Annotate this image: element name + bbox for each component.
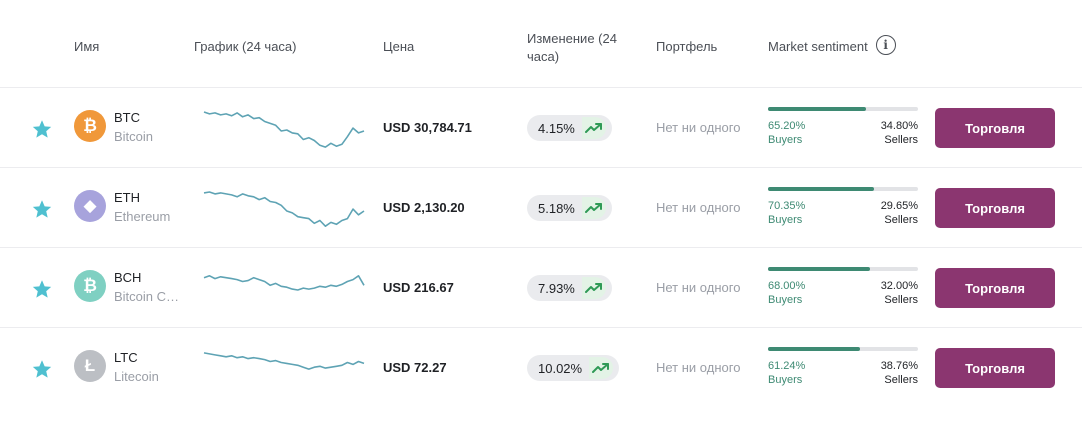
- trend-up-icon: [581, 277, 606, 299]
- portfolio-value: Нет ни одного: [656, 280, 741, 295]
- column-header-name[interactable]: Имя: [74, 38, 99, 56]
- favorite-star-icon[interactable]: [31, 118, 53, 140]
- sentiment-bar-fill: [768, 187, 874, 191]
- info-icon[interactable]: i: [875, 35, 896, 55]
- buyers-label: Buyers: [768, 374, 803, 386]
- trend-up-icon: [589, 357, 614, 379]
- sentiment-label: Market sentiment: [768, 39, 868, 54]
- asset-name: Ethereum: [114, 209, 171, 224]
- sparkline-series: [203, 274, 365, 291]
- trade-button[interactable]: Торговля: [935, 108, 1055, 148]
- change-value: 4.15%: [538, 120, 575, 136]
- sentiment-bar-fill: [768, 267, 870, 271]
- coin-icon: ₿: [74, 270, 106, 302]
- sellers-label: Sellers: [884, 134, 918, 146]
- asset-price: USD 30,784.71: [383, 120, 472, 135]
- buyers-percent: 68.00%: [768, 280, 806, 292]
- asset-price: USD 2,130.20: [383, 200, 465, 215]
- asset-name: Litecoin: [114, 369, 159, 384]
- trade-button[interactable]: Торговля: [935, 268, 1055, 308]
- portfolio-value: Нет ни одного: [656, 200, 741, 215]
- trend-up-icon: [581, 197, 606, 219]
- sparkline-series: [203, 191, 365, 228]
- sellers-label: Sellers: [884, 214, 918, 226]
- sentiment-bar: [768, 107, 918, 111]
- favorite-star-icon[interactable]: [31, 198, 53, 220]
- buyers-label: Buyers: [768, 214, 803, 226]
- column-header-chart: График (24 часа): [194, 39, 297, 54]
- asset-name: Bitcoin C…: [114, 289, 180, 304]
- buyers-label: Buyers: [768, 134, 803, 146]
- buyers-percent: 61.24%: [768, 360, 806, 372]
- trade-button[interactable]: Торговля: [935, 188, 1055, 228]
- sparkline-chart: [203, 274, 365, 291]
- favorite-star-icon[interactable]: [31, 278, 53, 300]
- sparkline-chart: [203, 111, 365, 148]
- change-value: 5.18%: [538, 200, 575, 216]
- coin-glyph: Ł: [84, 356, 96, 375]
- asset-symbol: LTC: [114, 350, 138, 365]
- coin-glyph: ₿: [83, 116, 97, 135]
- table-row: ₿ BTC Bitcoin USD 30,784.71 4.15% Нет ни…: [0, 88, 1082, 168]
- sellers-label: Sellers: [884, 294, 918, 306]
- buyers-percent: 65.20%: [768, 120, 806, 132]
- table-row: ◆ ETH Ethereum USD 2,130.20 5.18% Нет ни…: [0, 168, 1082, 248]
- sparkline-series: [203, 111, 365, 148]
- sentiment-bar-fill: [768, 347, 860, 351]
- change-value: 10.02%: [538, 360, 583, 376]
- sellers-percent: 34.80%: [880, 120, 918, 132]
- column-header-sentiment: Market sentiment i: [768, 35, 896, 56]
- asset-symbol: ETH: [114, 190, 140, 205]
- portfolio-value: Нет ни одного: [656, 360, 741, 375]
- coin-icon: ◆: [74, 190, 106, 222]
- asset-symbol: BCH: [114, 270, 142, 285]
- buyers-label: Buyers: [768, 294, 803, 306]
- buyers-percent: 70.35%: [768, 200, 806, 212]
- sellers-percent: 29.65%: [880, 200, 918, 212]
- sparkline-chart: [203, 352, 365, 370]
- sentiment-bar: [768, 347, 918, 351]
- sentiment-bar: [768, 187, 918, 191]
- change-badge: 7.93%: [527, 275, 612, 301]
- asset-name: Bitcoin: [114, 129, 154, 144]
- change-badge: 10.02%: [527, 355, 620, 381]
- column-header-portfolio[interactable]: Портфель: [656, 38, 717, 56]
- change-badge: 5.18%: [527, 195, 612, 221]
- column-header-change[interactable]: Изменение (24 часа): [527, 30, 637, 66]
- asset-price: USD 216.67: [383, 280, 454, 295]
- coin-icon: ₿: [74, 110, 106, 142]
- change-value: 7.93%: [538, 280, 575, 296]
- sentiment-bar: [768, 267, 918, 271]
- trend-up-icon: [581, 117, 606, 139]
- sellers-percent: 38.76%: [880, 360, 918, 372]
- coin-glyph: ◆: [83, 196, 97, 215]
- table-row: ₿ BCH Bitcoin C… USD 216.67 7.93% Нет ни…: [0, 248, 1082, 328]
- sentiment-bar-fill: [768, 107, 866, 111]
- change-badge: 4.15%: [527, 115, 612, 141]
- sellers-label: Sellers: [884, 374, 918, 386]
- sparkline-series: [203, 352, 365, 370]
- table-row: Ł LTC Litecoin USD 72.27 10.02% Нет ни о…: [0, 328, 1082, 408]
- portfolio-value: Нет ни одного: [656, 120, 741, 135]
- asset-price: USD 72.27: [383, 360, 447, 375]
- coin-icon: Ł: [74, 350, 106, 382]
- sparkline-chart: [203, 191, 365, 228]
- column-header-price[interactable]: Цена: [383, 38, 414, 56]
- table-header: Имя График (24 часа) Цена Изменение (24 …: [0, 0, 1082, 88]
- trade-button[interactable]: Торговля: [935, 348, 1055, 388]
- asset-symbol: BTC: [114, 110, 140, 125]
- favorite-star-icon[interactable]: [31, 358, 53, 380]
- sellers-percent: 32.00%: [880, 280, 918, 292]
- coin-glyph: ₿: [83, 276, 97, 295]
